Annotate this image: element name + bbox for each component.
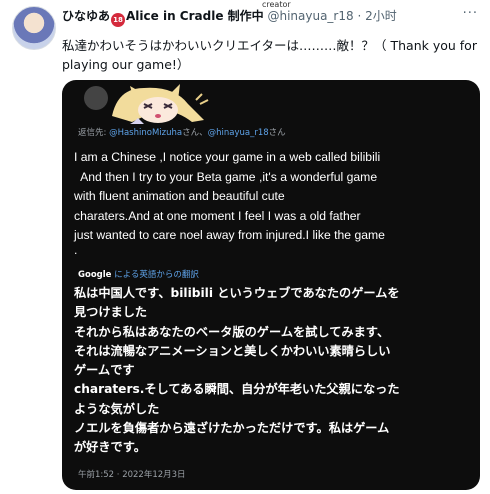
attached-image[interactable]: 返信先: @HashinoMizuhaさん、@hinayua_r18さん I a… bbox=[62, 80, 480, 490]
japanese-line: ような気がした bbox=[74, 401, 160, 416]
english-line: with fluent animation and beautiful cute bbox=[74, 189, 285, 203]
anime-character-sticker bbox=[112, 84, 209, 124]
reply-prefix: 返信先: bbox=[78, 128, 107, 138]
separator-dot: · bbox=[357, 9, 362, 23]
screenshot-timestamp: 午前1:52 · 2022年12月3日 bbox=[78, 470, 186, 480]
reply-mention-2: @hinayua_r18 bbox=[207, 128, 269, 138]
google-translate-line: Google による英語からの翻訳 bbox=[78, 268, 199, 280]
english-line: I am a Chinese ,I notice your game in a … bbox=[74, 150, 381, 164]
more-options-icon[interactable]: ··· bbox=[463, 6, 478, 21]
english-line: And then I try to your Beta game ,it's a… bbox=[74, 169, 378, 184]
english-comment: I am a Chinese ,I notice your game in a … bbox=[74, 148, 474, 257]
japanese-line: それから私はあなたのベータ版のゲームを試してみます、 bbox=[74, 324, 390, 339]
japanese-line: ゲームです bbox=[74, 363, 135, 378]
english-line: just wanted to care noel away from injur… bbox=[74, 228, 385, 242]
author-name[interactable]: ひなゆあ bbox=[62, 9, 110, 23]
reply-mid: さん、 bbox=[182, 128, 208, 138]
english-line: . bbox=[74, 242, 78, 257]
author-avatar[interactable] bbox=[12, 6, 56, 50]
translate-note: による英語からの翻訳 bbox=[114, 270, 199, 280]
tweet: creator ひなゆあ 18 Alice in Cradle 制作中 @hinay… bbox=[0, 0, 490, 494]
google-label: Google bbox=[78, 270, 112, 280]
reply-mention-1: @HashinoMizuha bbox=[109, 128, 183, 138]
japanese-line: ノエルを負傷者から遠ざけたかっただけです。私はゲーム bbox=[74, 421, 390, 436]
author-name-suffix[interactable]: Alice in Cradle 制作中 bbox=[126, 9, 264, 23]
reply-to-line: 返信先: @HashinoMizuhaさん、@hinayua_r18さん bbox=[78, 126, 286, 138]
reply-suffix: さん bbox=[268, 128, 286, 138]
japanese-line: 私は中国人です、bilibili というウェブであなたのゲームを bbox=[74, 286, 400, 300]
japanese-line: charaters.そしてある瞬間、自分が年老いた父親になった bbox=[74, 382, 400, 397]
tweet-header: ひなゆあ 18 Alice in Cradle 制作中 @hinayua_r18 ·… bbox=[62, 8, 397, 27]
japanese-line: 見つけました bbox=[74, 305, 148, 320]
japanese-line: それは流暢なアニメーションと美しくかわいい素晴らしい bbox=[74, 343, 391, 358]
japanese-translation: 私は中国人です、bilibili というウェブであなたのゲームを 見つけました … bbox=[74, 284, 474, 458]
tweet-text: 私達かわいそうはかわいいクリエイターは………敵！？（ Thank you for… bbox=[62, 38, 477, 72]
post-time[interactable]: 2小时 bbox=[365, 9, 397, 23]
r18-badge-icon: 18 bbox=[111, 13, 126, 27]
author-handle[interactable]: @hinayua_r18 bbox=[267, 9, 353, 23]
english-line: charaters.And at one moment I feel I was… bbox=[74, 208, 361, 223]
japanese-line: が好きです。 bbox=[74, 440, 146, 455]
